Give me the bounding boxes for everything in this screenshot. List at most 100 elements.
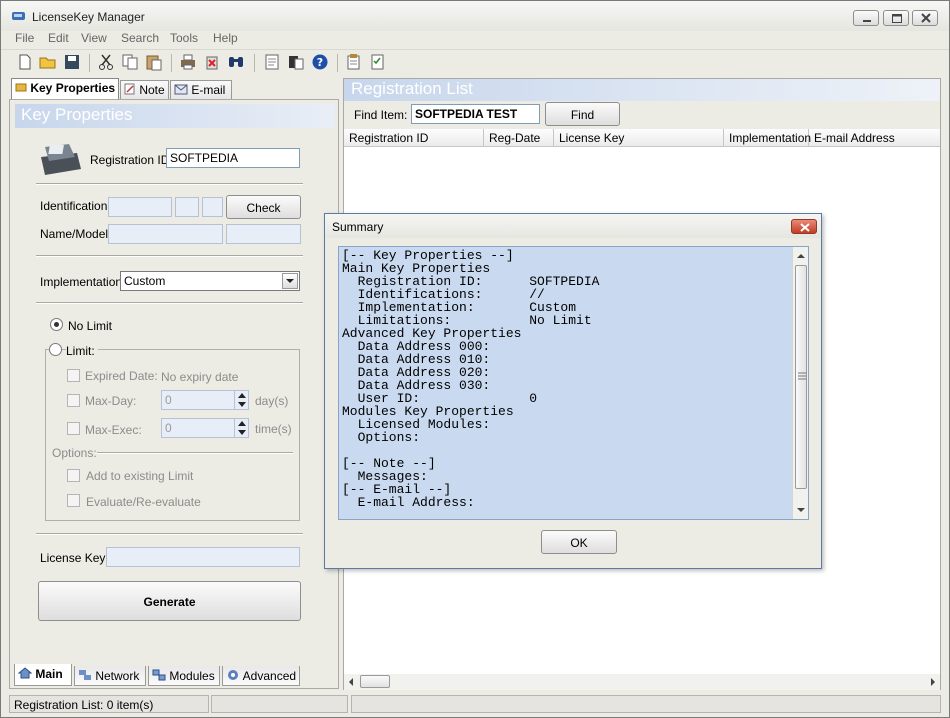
tab-email[interactable]: E-mail	[170, 80, 232, 100]
implementation-label: Implementation:	[40, 275, 126, 289]
evaluate-label: Evaluate/Re-evaluate	[86, 495, 201, 509]
column-registration-id[interactable]: Registration ID	[344, 129, 484, 147]
max-exec-field[interactable]: 0	[161, 418, 249, 438]
evaluate-checkbox[interactable]	[67, 494, 80, 507]
save-button[interactable]	[63, 53, 83, 73]
days-unit-label: day(s)	[255, 394, 289, 408]
column-implementation[interactable]: Implementation	[724, 129, 811, 147]
max-day-spinner[interactable]	[234, 390, 248, 410]
window-title: LicenseKey Manager	[32, 10, 145, 24]
max-exec-checkbox[interactable]	[67, 422, 80, 435]
chevron-down-icon	[286, 279, 294, 283]
column-reg-date[interactable]: Reg-Date	[484, 129, 554, 147]
model-field[interactable]	[226, 224, 301, 244]
title-bar[interactable]: LicenseKey Manager	[1, 1, 949, 31]
identification-field-2[interactable]	[175, 197, 199, 217]
status-pane-3	[351, 695, 941, 713]
document-button[interactable]	[263, 53, 283, 73]
new-button[interactable]	[16, 53, 36, 73]
copy-button[interactable]	[121, 53, 141, 73]
column-email-address[interactable]: E-mail Address	[809, 129, 940, 147]
toolbar-separator	[89, 54, 90, 72]
maximize-button[interactable]	[883, 10, 909, 26]
close-icon	[800, 223, 810, 232]
divider	[36, 255, 303, 257]
open-folder-icon	[39, 57, 56, 69]
limit-radio[interactable]	[49, 343, 62, 356]
dialog-title-bar[interactable]: Summary	[325, 214, 821, 238]
summary-textarea[interactable]: [-- Key Properties --] Main Key Properti…	[338, 246, 809, 520]
time-unit-label: time(s)	[255, 422, 292, 436]
tab-modules[interactable]: Modules	[148, 666, 220, 686]
open-button[interactable]	[39, 53, 59, 73]
identification-field-3[interactable]	[202, 197, 223, 217]
close-button[interactable]	[912, 10, 938, 26]
vertical-scroll-thumb[interactable]	[795, 265, 807, 489]
tab-key-properties[interactable]: Key Properties	[11, 78, 119, 100]
horizontal-scroll-thumb[interactable]	[360, 675, 390, 688]
dialog-close-button[interactable]	[791, 219, 817, 234]
menu-search[interactable]: Search	[121, 31, 159, 45]
menu-bar: File Edit View Search Tools Help	[1, 31, 949, 48]
cut-button[interactable]	[97, 53, 117, 73]
limit-label: Limit:	[66, 344, 98, 358]
tab-label: Note	[139, 83, 165, 97]
svg-text:?: ?	[317, 56, 323, 69]
summary-dialog: Summary [-- Key Properties --] Main Key …	[324, 213, 822, 569]
max-day-field[interactable]: 0	[161, 390, 249, 410]
add-existing-checkbox[interactable]	[67, 469, 80, 482]
scroll-down-icon[interactable]	[796, 505, 806, 515]
scroll-right-icon[interactable]	[928, 677, 938, 687]
expired-date-label: Expired Date:	[85, 369, 158, 383]
horizontal-scrollbar[interactable]	[344, 674, 940, 690]
envelope-icon	[174, 84, 188, 95]
dropdown-arrow-button[interactable]	[282, 273, 298, 289]
column-license-key[interactable]: License Key	[554, 129, 724, 147]
max-day-value: 0	[165, 393, 172, 407]
max-day-checkbox[interactable]	[67, 394, 80, 407]
menu-view[interactable]: View	[81, 31, 107, 45]
license-key-field[interactable]	[106, 547, 300, 567]
name-field[interactable]	[108, 224, 223, 244]
app-window: LicenseKey Manager File Edit View Search…	[0, 0, 950, 718]
table-header: Registration ID Reg-Date License Key Imp…	[344, 129, 940, 147]
tab-note[interactable]: Note	[120, 80, 169, 100]
tab-label: E-mail	[191, 83, 226, 97]
menu-tools[interactable]: Tools	[170, 31, 198, 45]
check-button[interactable]: Check	[226, 195, 301, 219]
print-button[interactable]	[179, 53, 199, 73]
find-input[interactable]: SOFTPEDIA TEST	[411, 104, 540, 124]
tab-network[interactable]: Network	[74, 666, 146, 686]
identification-field-1[interactable]	[108, 197, 172, 217]
registration-id-field[interactable]: SOFTPEDIA	[166, 148, 300, 168]
find-item-button[interactable]: Find	[545, 102, 620, 126]
tab-main[interactable]: Main	[14, 664, 72, 686]
checklist-button[interactable]	[369, 53, 389, 73]
menu-file[interactable]: File	[15, 31, 34, 45]
menu-edit[interactable]: Edit	[48, 31, 69, 45]
help-button[interactable]: ?	[311, 53, 331, 73]
dialog-title: Summary	[332, 220, 384, 234]
expired-date-checkbox[interactable]	[67, 369, 80, 382]
menu-help[interactable]: Help	[213, 31, 238, 45]
minimize-button[interactable]	[853, 10, 879, 26]
left-tab-strip: Key Properties Note E-mail	[9, 78, 339, 100]
no-limit-radio[interactable]	[50, 318, 63, 331]
paste-button[interactable]	[145, 53, 165, 73]
scroll-up-icon[interactable]	[796, 251, 806, 261]
ok-button[interactable]: OK	[541, 530, 617, 554]
delete-button[interactable]	[203, 53, 223, 73]
vertical-scrollbar[interactable]	[792, 247, 808, 519]
tab-advanced[interactable]: Advanced	[222, 666, 300, 686]
find-bar: Find Item: SOFTPEDIA TEST Find	[344, 101, 940, 129]
find-button[interactable]	[227, 53, 247, 73]
clipboard-button[interactable]	[287, 53, 307, 73]
properties-button[interactable]	[345, 53, 365, 73]
max-exec-spinner[interactable]	[234, 418, 248, 438]
status-bar: Registration List: 0 item(s)	[1, 693, 949, 717]
generate-button[interactable]: Generate	[38, 581, 301, 621]
modules-icon	[152, 669, 166, 681]
document-icon	[265, 54, 279, 70]
scroll-left-icon[interactable]	[346, 677, 356, 687]
implementation-select[interactable]: Custom	[120, 271, 300, 291]
